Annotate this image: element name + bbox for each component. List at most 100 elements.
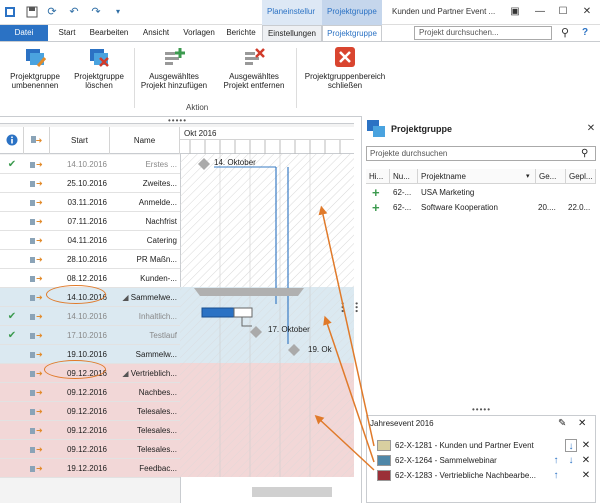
name-cell[interactable]: Telesales... [110,440,180,459]
name-cell[interactable]: PR Maßn... [110,250,180,269]
start-cell[interactable]: 25.10.2016 [50,174,110,193]
tab-einstellungen[interactable]: Einstellungen [262,25,322,41]
chart-scrollbar[interactable] [252,487,332,497]
save-icon[interactable] [26,6,38,18]
table-row[interactable]: ✔ ➜ 17.10.2016 Testlauf [0,326,180,345]
name-cell[interactable]: Testlauf [110,326,180,345]
tab-datei[interactable]: Datei [0,25,48,41]
table-row[interactable]: ➜ 28.10.2016 PR Maßn... [0,250,180,269]
collapse-icon[interactable]: ◢ [122,369,130,378]
add-project-button[interactable]: Ausgewähltes Projekt hinzufügen [136,46,212,90]
close-group-panel-button[interactable]: Projektgruppenbereich schließen [298,46,392,90]
group-project-item[interactable]: 62-X-1281 - Kunden und Partner Event ↓ ✕ [367,438,595,453]
filter-icon[interactable]: ▾ [526,172,530,180]
quick-access-menu-icon[interactable]: ▾ [112,6,124,18]
table-row[interactable]: ✔ ➜ 14.10.2016 Erstes ... [0,155,180,174]
name-cell[interactable]: Erstes ... [110,155,180,174]
tab-ansicht[interactable]: Ansicht [136,25,176,41]
col-gepl[interactable]: Gepl... [566,169,596,184]
panel-search-icon[interactable]: ⚲ [581,147,594,160]
col-nummer[interactable]: Nu... [390,169,418,184]
start-cell[interactable]: 07.11.2016 [50,212,110,231]
name-cell[interactable]: Sammelw... [110,345,180,364]
start-cell[interactable]: 19.12.2016 [50,459,110,478]
table-row[interactable]: ➜ 09.12.2016 Telesales... [0,421,180,440]
tab-vorlagen[interactable]: Vorlagen [178,25,220,41]
undo-icon[interactable]: ↶ [68,6,80,18]
tab-berichte[interactable]: Berichte [222,25,260,41]
start-cell[interactable]: 03.11.2016 [50,193,110,212]
name-cell[interactable]: Telesales... [110,421,180,440]
remove-project-button[interactable]: Ausgewähltes Projekt entfernen [216,46,292,90]
table-row[interactable]: + 62-... Software Kooperation 20.... 22.… [366,200,596,215]
move-up-icon[interactable]: ↑ [550,454,562,467]
tab-projektgruppe[interactable]: Projektgruppe [322,25,382,41]
refresh-icon[interactable]: ⟳ [46,6,58,18]
start-cell[interactable]: 09.12.2016 [50,402,110,421]
projects-search-input[interactable]: Projekte durchsuchen [366,146,596,161]
start-column-header[interactable]: Start [50,127,110,154]
table-row[interactable]: ➜ 04.11.2016 Catering [0,231,180,250]
remove-item-icon[interactable]: ✕ [580,439,592,452]
name-cell[interactable]: Telesales... [110,402,180,421]
summary-bar[interactable] [194,288,304,296]
start-cell[interactable]: 14.10.2016 [50,155,110,174]
project-search-input[interactable]: Projekt durchsuchen... [414,26,552,40]
group-project-item[interactable]: 62-X-1264 - Sammelwebinar ↑ ↓ ✕ [367,453,595,468]
col-ge[interactable]: Ge... [536,169,566,184]
name-cell[interactable]: Nachbes... [110,383,180,402]
table-row[interactable]: ➜ 07.11.2016 Nachfrist [0,212,180,231]
name-cell[interactable]: Feedbac... [110,459,180,478]
panel-splitter-grip[interactable]: ••••• [472,405,491,414]
tab-start[interactable]: Start [52,25,82,41]
start-cell[interactable]: 04.11.2016 [50,231,110,250]
col-hi[interactable]: Hi... [366,169,390,184]
edit-group-icon[interactable]: ✎ [558,418,566,429]
add-project-icon[interactable]: + [372,185,386,200]
name-cell[interactable]: Inhaltlich... [110,307,180,326]
task-bar[interactable] [201,307,235,318]
table-row[interactable]: ➜ 19.12.2016 Feedbac... [0,459,180,478]
group-project-item[interactable]: 62-X-1283 - Vertriebliche Nachbearbe... … [367,468,595,483]
minimize-icon[interactable]: — [533,5,547,19]
search-icon[interactable]: ⚲ [558,26,572,40]
table-row[interactable]: ➜ 03.11.2016 Anmelde... [0,193,180,212]
start-cell[interactable]: 09.12.2016 [50,383,110,402]
start-cell[interactable]: 09.12.2016 [50,440,110,459]
start-cell[interactable]: 28.10.2016 [50,250,110,269]
delete-group-button[interactable]: Projektgruppe löschen [68,46,130,90]
col-projektname[interactable]: Projektname [418,169,536,184]
collapse-icon[interactable]: ◢ [122,293,130,302]
name-cell[interactable]: ◢ Sammelwe... [110,288,180,307]
tab-bearbeiten[interactable]: Bearbeiten [86,25,132,41]
name-cell[interactable]: Nachfrist [110,212,180,231]
name-column-header[interactable]: Name [110,127,180,154]
rename-group-button[interactable]: Projektgruppe umbenennen [4,46,66,90]
indicator-column-header[interactable]: ➜ [24,127,50,154]
maximize-icon[interactable]: ☐ [556,5,570,19]
table-row[interactable]: ✔ ➜ 14.10.2016 Inhaltlich... [0,307,180,326]
info-column-header[interactable] [0,127,24,154]
remove-group-icon[interactable]: ✕ [578,418,586,429]
remove-item-icon[interactable]: ✕ [580,469,592,482]
close-icon[interactable]: ✕ [580,5,594,19]
move-up-icon[interactable]: ↑ [550,469,562,482]
name-cell[interactable]: Catering [110,231,180,250]
table-row[interactable]: + 62-... USA Marketing [366,185,596,200]
restore-icon[interactable]: ▣ [508,5,522,19]
table-row[interactable]: ➜ 09.12.2016 Telesales... [0,440,180,459]
help-icon[interactable]: ? [578,26,592,40]
redo-icon[interactable]: ↷ [90,6,102,18]
start-cell[interactable]: 17.10.2016 [50,326,110,345]
move-down-icon[interactable]: ↓ [565,454,577,467]
table-row[interactable]: ➜ 09.12.2016 Telesales... [0,402,180,421]
table-row[interactable]: ➜ 25.10.2016 Zweites... [0,174,180,193]
name-cell[interactable]: Anmelde... [110,193,180,212]
name-cell[interactable]: Kunden-... [110,269,180,288]
move-down-icon[interactable]: ↓ [565,439,577,452]
name-cell[interactable]: ◢ Vertrieblich... [110,364,180,383]
start-cell[interactable]: 09.12.2016 [50,421,110,440]
table-row[interactable]: ➜ 09.12.2016 Nachbes... [0,383,180,402]
remove-item-icon[interactable]: ✕ [580,454,592,467]
name-cell[interactable]: Zweites... [110,174,180,193]
